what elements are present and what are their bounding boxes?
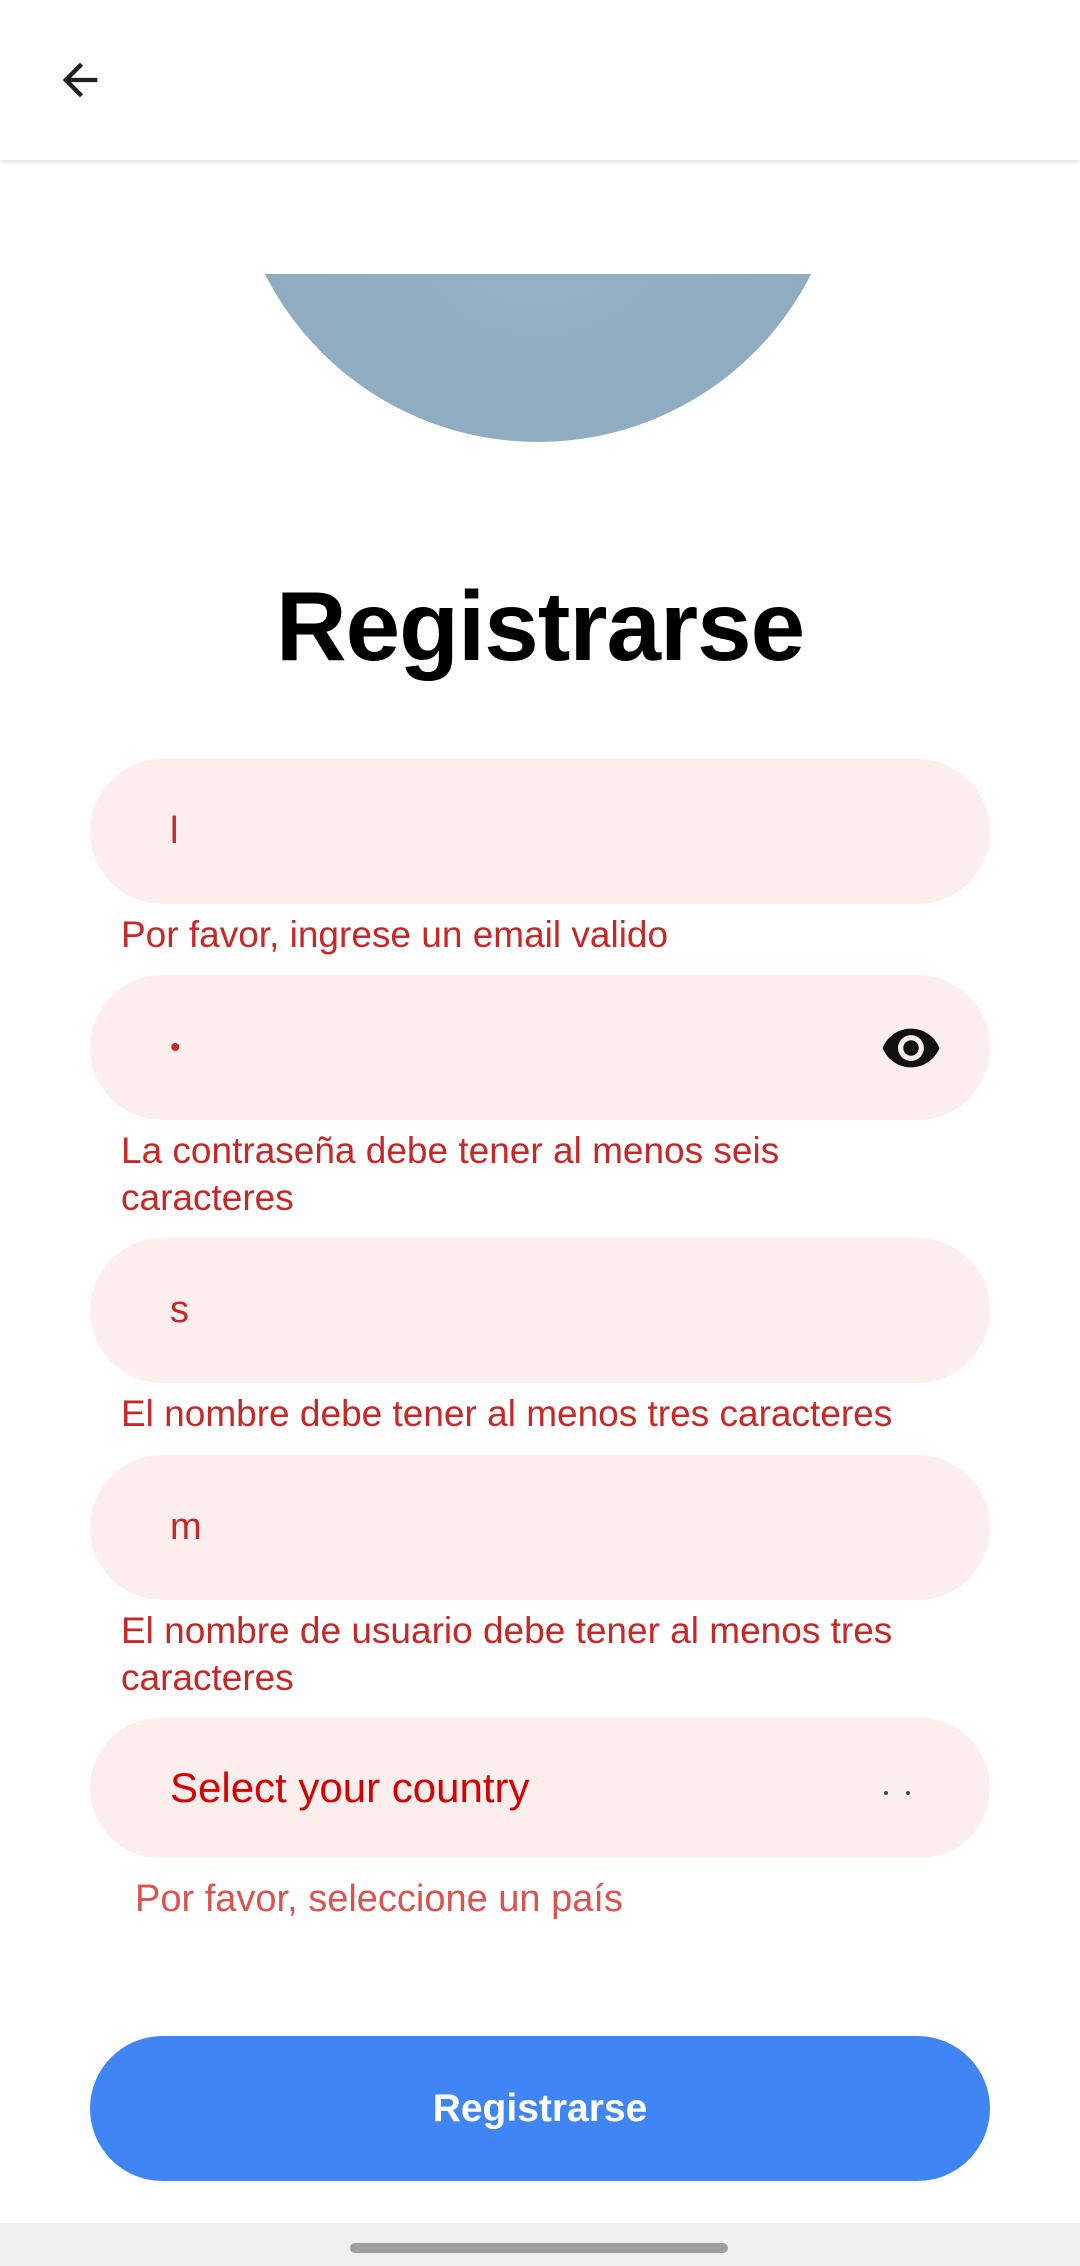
- system-navigation-bar: [0, 2223, 1080, 2266]
- home-gesture-handle[interactable]: [350, 2243, 728, 2253]
- avatar-image: [232, 274, 844, 442]
- country-placeholder: Select your country: [170, 1764, 530, 1811]
- password-error: La contraseña debe tener al menos seis c…: [121, 1130, 780, 1218]
- register-button[interactable]: Registrarse: [90, 2036, 990, 2181]
- username-field[interactable]: m: [90, 1455, 990, 1600]
- eye-icon: [882, 1028, 940, 1068]
- name-value: s: [170, 1289, 189, 1331]
- username-value: m: [170, 1506, 202, 1548]
- password-value: •: [170, 1030, 181, 1064]
- toggle-password-visibility-button[interactable]: [876, 1013, 946, 1083]
- password-field[interactable]: •: [90, 975, 990, 1120]
- email-value: l: [170, 810, 179, 852]
- page-title: Registrarse: [275, 571, 805, 681]
- app-bar: [0, 0, 1080, 160]
- country-error: Por favor, seleccione un país: [135, 1878, 623, 1920]
- country-select[interactable]: Select your country: [90, 1718, 990, 1858]
- arrow-left-icon: [62, 62, 98, 98]
- chevron-down-icon: [884, 1791, 910, 1795]
- avatar-container: [232, 274, 844, 442]
- register-screen: Registrarse l Por favor, ingrese un emai…: [0, 0, 1080, 2266]
- username-error: El nombre de usuario debe tener al menos…: [121, 1610, 893, 1698]
- back-button[interactable]: [40, 40, 120, 120]
- email-error: Por favor, ingrese un email valido: [121, 914, 669, 955]
- name-error: El nombre debe tener al menos tres carac…: [121, 1393, 893, 1434]
- email-field[interactable]: l: [90, 759, 990, 904]
- name-field[interactable]: s: [90, 1238, 990, 1383]
